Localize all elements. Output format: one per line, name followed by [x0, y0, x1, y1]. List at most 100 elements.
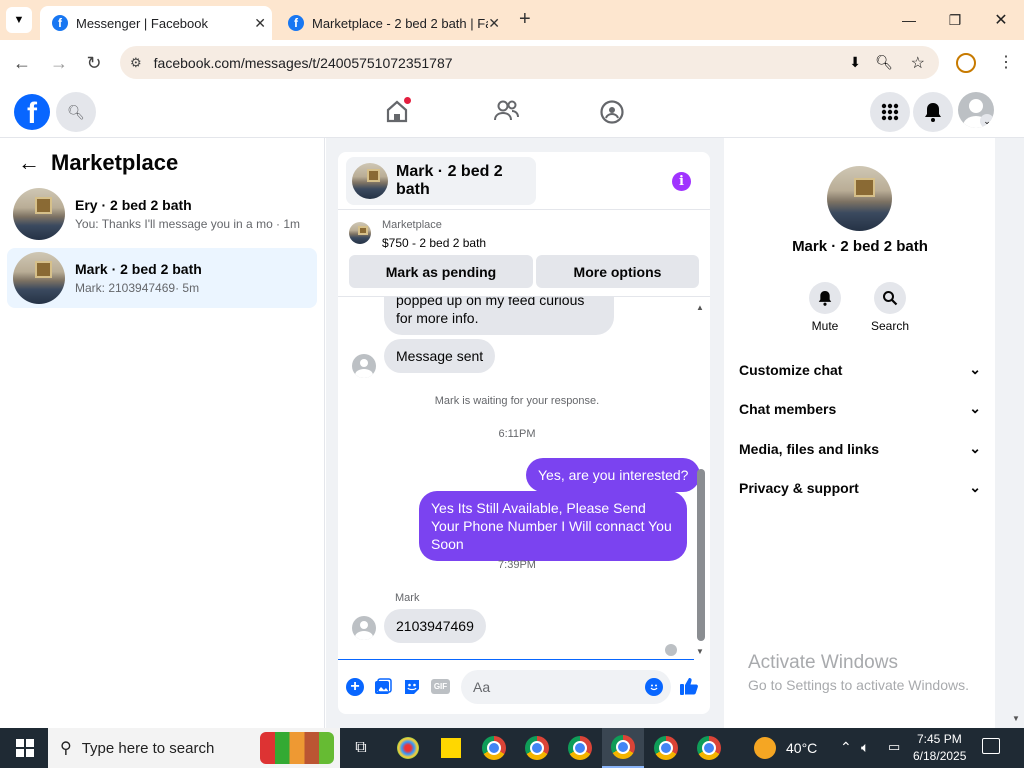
- section-label: Privacy & support: [739, 479, 859, 496]
- media-files-links-section[interactable]: Media, files and links ⌄: [739, 440, 981, 457]
- chat-scrollbar-thumb[interactable]: [697, 469, 705, 641]
- new-tab-button[interactable]: +: [519, 8, 531, 31]
- account-avatar[interactable]: ⌄: [958, 92, 994, 128]
- timestamp: 6:11PM: [498, 428, 536, 440]
- chrome-icon[interactable]: [688, 728, 730, 768]
- url-bar[interactable]: ⚙ facebook.com/messages/t/24005751072351…: [120, 46, 939, 79]
- mute-button[interactable]: [809, 282, 841, 314]
- chevron-down-icon: ⌄: [969, 400, 981, 416]
- divider: [338, 209, 710, 210]
- taskbar-date[interactable]: 6/18/2025: [913, 749, 966, 763]
- privacy-support-section[interactable]: Privacy & support ⌄: [739, 479, 981, 496]
- contact-avatar: [352, 163, 388, 199]
- attach-photo-icon[interactable]: [374, 678, 392, 701]
- profile-icon[interactable]: [956, 53, 976, 73]
- tab-marketplace[interactable]: f Marketplace - 2 bed 2 bath | Fa ✕: [276, 6, 506, 40]
- listing-thumbnail: [13, 252, 65, 304]
- conversation-time: · 1m: [276, 217, 300, 231]
- facebook-search-button[interactable]: 🔍︎: [56, 92, 96, 132]
- tab-messenger[interactable]: f Messenger | Facebook ✕: [40, 6, 272, 40]
- focus-line: [338, 659, 694, 660]
- show-hidden-icons-chevron-icon[interactable]: ⌃: [840, 739, 852, 756]
- menu-grid-icon[interactable]: [870, 92, 910, 132]
- waiting-notice: Mark is waiting for your response.: [434, 395, 600, 407]
- notifications-center-icon[interactable]: [982, 738, 1000, 754]
- chrome-icon[interactable]: [645, 728, 687, 768]
- customize-chat-section[interactable]: Customize chat ⌄: [739, 361, 981, 378]
- scroll-down-arrow[interactable]: ▼: [696, 647, 704, 656]
- forward-button[interactable]: →: [46, 50, 72, 76]
- message-input[interactable]: Aa: [461, 670, 671, 704]
- chevron-down-icon: ⌄: [969, 479, 981, 495]
- message-input-placeholder: Aa: [473, 679, 491, 695]
- more-actions-plus-icon[interactable]: +: [346, 678, 364, 696]
- sticker-icon[interactable]: [403, 678, 421, 701]
- listing-thumbnail: [13, 188, 65, 240]
- install-app-icon[interactable]: ⬇: [849, 54, 861, 71]
- conversation-name: Mark · 2 bed 2 bath: [75, 261, 202, 277]
- groups-icon[interactable]: [599, 99, 625, 130]
- close-window-button[interactable]: ✕: [978, 0, 1024, 40]
- chat-header-name-button[interactable]: Mark · 2 bed 2 bath: [346, 157, 536, 205]
- emoji-icon[interactable]: [645, 678, 663, 696]
- chrome-icon[interactable]: [559, 728, 601, 768]
- section-label: Customize chat: [739, 361, 843, 378]
- mark-as-pending-button[interactable]: Mark as pending: [349, 255, 533, 288]
- chrome-icon-active[interactable]: [602, 728, 644, 768]
- weather-icon[interactable]: [754, 737, 776, 759]
- scroll-up-arrow[interactable]: ▲: [696, 303, 704, 312]
- timestamp: 7:39PM: [498, 559, 536, 571]
- speaker-icon[interactable]: 🔈︎: [861, 739, 869, 756]
- conversation-item[interactable]: Ery · 2 bed 2 bath You: Thanks I'll mess…: [7, 184, 317, 244]
- conversation-time: · 5m: [175, 281, 200, 295]
- like-thumbs-up-icon[interactable]: [679, 676, 699, 701]
- close-tab-icon[interactable]: ✕: [488, 15, 500, 32]
- reload-button[interactable]: ↻: [81, 50, 107, 76]
- friends-icon[interactable]: [493, 99, 519, 128]
- chrome-icon[interactable]: [473, 728, 515, 768]
- chevron-down-icon: ⌄: [969, 361, 981, 377]
- home-icon[interactable]: [384, 97, 411, 124]
- minimize-button[interactable]: —: [886, 0, 932, 40]
- back-arrow-icon[interactable]: ←: [18, 150, 40, 176]
- task-view-icon[interactable]: ⧉: [340, 728, 382, 768]
- tab-search-button[interactable]: ▼: [6, 7, 32, 33]
- more-options-button[interactable]: More options: [536, 255, 699, 288]
- details-name: Mark · 2 bed 2 bath: [792, 238, 928, 255]
- chevron-down-icon: ⌄: [969, 440, 981, 456]
- conversation-item-selected[interactable]: Mark · 2 bed 2 bath Mark: 2103947469 · 5…: [7, 248, 317, 308]
- taskbar-time[interactable]: 7:45 PM: [917, 732, 962, 746]
- right-edge-background: [995, 138, 1024, 728]
- page-scroll-down-arrow[interactable]: ▼: [1012, 714, 1020, 723]
- info-icon[interactable]: i: [672, 172, 691, 191]
- site-info-icon[interactable]: ⚙: [130, 55, 142, 71]
- activate-windows-subtitle: Go to Settings to activate Windows.: [748, 677, 969, 693]
- weather-temp[interactable]: 40°C: [786, 740, 817, 756]
- bookmark-star-icon[interactable]: ☆: [911, 53, 925, 73]
- chat-members-section[interactable]: Chat members ⌄: [739, 400, 981, 417]
- maximize-button[interactable]: ❐: [932, 0, 978, 40]
- chrome-icon[interactable]: [516, 728, 558, 768]
- app-icon-paint[interactable]: [387, 728, 429, 768]
- gif-icon[interactable]: GIF: [431, 679, 450, 694]
- browser-menu-icon[interactable]: ⋮: [998, 52, 1014, 72]
- taskbar-search-box[interactable]: ⚲ Type here to search: [48, 728, 340, 768]
- facebook-header: f 🔍︎ ⌄: [0, 86, 1024, 138]
- conversation-preview: Mark: 2103947469: [75, 281, 176, 295]
- notifications-bell-icon[interactable]: [913, 92, 953, 132]
- close-tab-icon[interactable]: ✕: [254, 15, 266, 32]
- search-icon: ⚲: [60, 740, 72, 757]
- listing-source: Marketplace: [382, 219, 442, 231]
- start-windows-icon[interactable]: [4, 728, 46, 768]
- sticky-notes-icon[interactable]: [430, 728, 472, 768]
- facebook-logo-icon[interactable]: f: [14, 94, 50, 130]
- message-bubble: popped up on my feed curious for more in…: [384, 297, 614, 335]
- back-button[interactable]: ←: [9, 50, 35, 76]
- contact-avatar-small: [352, 616, 376, 640]
- message-bubble: Message sent: [384, 339, 496, 373]
- page-title: Marketplace: [51, 150, 179, 175]
- listing-title[interactable]: $750 - 2 bed 2 bath: [382, 236, 486, 250]
- network-icon[interactable]: ▭: [888, 739, 900, 755]
- search-in-chat-button[interactable]: [874, 282, 906, 314]
- zoom-icon[interactable]: 🔍︎: [875, 54, 893, 71]
